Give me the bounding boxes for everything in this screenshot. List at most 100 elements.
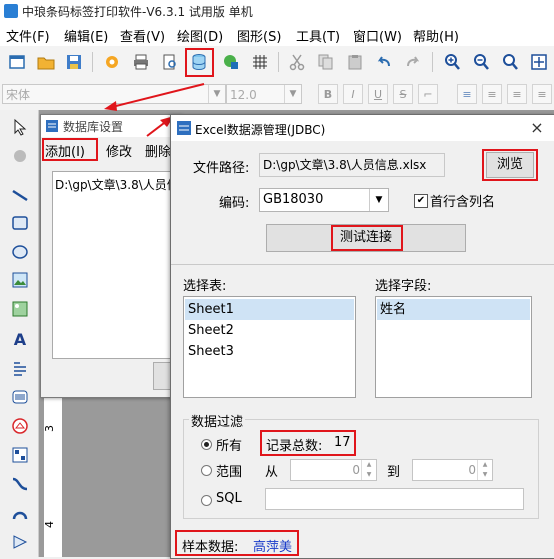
underline-button[interactable]: U: [368, 84, 388, 104]
filter-sql-radio[interactable]: [201, 495, 212, 506]
encoding-value: GB18030: [263, 192, 324, 207]
open-folder-icon[interactable]: [35, 51, 57, 73]
filter-all-radio[interactable]: [201, 439, 212, 450]
select-table-label: 选择表:: [183, 279, 227, 294]
range-to-stepper[interactable]: 0 ▲ ▼: [412, 459, 493, 481]
tool-palette: A: [0, 110, 39, 557]
data-connect-icon[interactable]: [220, 51, 242, 73]
zoom-actual-icon[interactable]: [499, 51, 521, 73]
save-icon[interactable]: [63, 51, 85, 73]
dialog-title: Excel数据源管理(JDBC): [195, 123, 326, 137]
data-filter-label: 数据过滤: [189, 411, 246, 430]
format-toolbar: 宋体 ▼ 12.0 ▼ B I U S ⌐ ≡ ≡ ≡ ≡: [0, 78, 554, 111]
cut-icon[interactable]: [286, 51, 308, 73]
encoding-select[interactable]: GB18030 ▼: [259, 188, 389, 212]
picture-tool-icon[interactable]: [9, 298, 31, 320]
delete-menu[interactable]: 删除: [145, 141, 171, 160]
filter-all-label: 所有: [216, 439, 243, 454]
modify-menu[interactable]: 修改: [106, 141, 132, 160]
menu-shape[interactable]: 图形(S): [237, 26, 281, 45]
menu-tools[interactable]: 工具(T): [296, 26, 340, 45]
chevron-down-icon: ▼: [208, 85, 225, 103]
pointer-arrow-icon: [104, 83, 205, 111]
paste-icon[interactable]: [344, 51, 366, 73]
select-field-label: 选择字段:: [375, 279, 432, 294]
table-list-item[interactable]: Sheet2: [185, 320, 354, 341]
field-list[interactable]: 姓名: [375, 296, 532, 398]
first-row-header-checkbox[interactable]: ✔: [414, 194, 428, 208]
dialog-titlebar: Excel数据源管理(JDBC) ×: [171, 115, 554, 141]
close-icon[interactable]: ×: [526, 118, 548, 138]
title-bar: 中琅条码标签打印软件-V6.3.1 试用版 单机: [0, 0, 554, 22]
table-list-item[interactable]: Sheet3: [185, 341, 354, 362]
text-tool-icon[interactable]: A: [9, 328, 31, 350]
database-settings-icon: [46, 120, 58, 132]
stepper-buttons[interactable]: ▲ ▼: [477, 460, 492, 480]
database-icon-highlight: [185, 48, 214, 77]
range-to-label: 到: [387, 465, 401, 480]
zoom-out-icon[interactable]: [470, 51, 492, 73]
font-size-select[interactable]: 12.0 ▼: [226, 84, 302, 104]
fit-page-icon[interactable]: [528, 51, 550, 73]
record-count-highlight: [260, 430, 356, 456]
divider: [171, 264, 554, 265]
chevron-down-icon: ▼: [369, 189, 388, 211]
table-list-item[interactable]: Sheet1: [185, 299, 354, 320]
rotate-icon[interactable]: [9, 145, 31, 167]
redo-icon[interactable]: [402, 51, 424, 73]
stepper-buttons[interactable]: ▲ ▼: [361, 460, 376, 480]
grid-icon[interactable]: [249, 51, 271, 73]
ruler-tick-label: 4: [43, 521, 56, 528]
font-name-value: 宋体: [6, 88, 31, 102]
field-list-item[interactable]: 姓名: [377, 299, 530, 320]
qrcode-tool-icon[interactable]: [9, 444, 31, 466]
table-list[interactable]: Sheet1 Sheet2 Sheet3: [183, 296, 356, 398]
filter-range-radio[interactable]: [201, 465, 212, 476]
menu-edit[interactable]: 编辑(E): [64, 26, 108, 45]
italic-button[interactable]: I: [343, 84, 363, 104]
range-to-value: 0: [468, 463, 476, 477]
stamp-tool-icon[interactable]: [9, 415, 31, 437]
new-document-icon[interactable]: [6, 51, 28, 73]
copy-icon[interactable]: [315, 51, 337, 73]
app-title: 中琅条码标签打印软件-V6.3.1 试用版 单机: [22, 5, 253, 19]
menu-window[interactable]: 窗口(W): [353, 26, 402, 45]
undo-icon[interactable]: [373, 51, 395, 73]
settings-gear-icon[interactable]: [101, 51, 123, 73]
file-path-input[interactable]: D:\gp\文章\3.8\人员信息.xlsx: [259, 153, 445, 177]
sql-input[interactable]: [265, 488, 524, 510]
align-justify-icon[interactable]: ≡: [532, 84, 552, 104]
arc-tool-icon[interactable]: [9, 502, 31, 524]
barcode-tool-icon[interactable]: [9, 386, 31, 408]
polyline-tool-icon[interactable]: [9, 531, 31, 553]
data-source-list[interactable]: D:\gp\文章\3.8\人员信息.xlsx: [52, 171, 218, 359]
ellipse-tool-icon[interactable]: [9, 241, 31, 263]
database-settings-icon: [177, 121, 191, 135]
line-tool-icon[interactable]: [9, 184, 31, 206]
image-tool-icon[interactable]: [9, 269, 31, 291]
font-size-value: 12.0: [230, 88, 257, 102]
text-effect-icon[interactable]: ⌐: [418, 84, 438, 104]
sample-data-highlight: [175, 530, 299, 556]
rich-text-tool-icon[interactable]: [9, 357, 31, 379]
range-from-label: 从: [265, 465, 279, 480]
zoom-in-icon[interactable]: [441, 51, 463, 73]
rectangle-tool-icon[interactable]: [9, 212, 31, 234]
select-arrow-icon[interactable]: [9, 116, 31, 138]
strikethrough-button[interactable]: S: [393, 84, 413, 104]
print-icon[interactable]: [130, 51, 152, 73]
dialog-title: 数据库设置: [63, 120, 124, 134]
range-from-stepper[interactable]: 0 ▲ ▼: [290, 459, 377, 481]
align-center-icon[interactable]: ≡: [482, 84, 502, 104]
file-path-label: 文件路径:: [193, 161, 250, 176]
print-preview-icon[interactable]: [159, 51, 181, 73]
align-right-icon[interactable]: ≡: [507, 84, 527, 104]
menu-draw[interactable]: 绘图(D): [177, 26, 223, 45]
menu-help[interactable]: 帮助(H): [413, 26, 459, 45]
menu-view[interactable]: 查看(V): [120, 26, 165, 45]
bold-button[interactable]: B: [318, 84, 338, 104]
curve-tool-icon[interactable]: [9, 473, 31, 495]
align-left-icon[interactable]: ≡: [457, 84, 477, 104]
menu-file[interactable]: 文件(F): [6, 26, 50, 45]
first-row-header-label: 首行含列名: [430, 195, 496, 210]
